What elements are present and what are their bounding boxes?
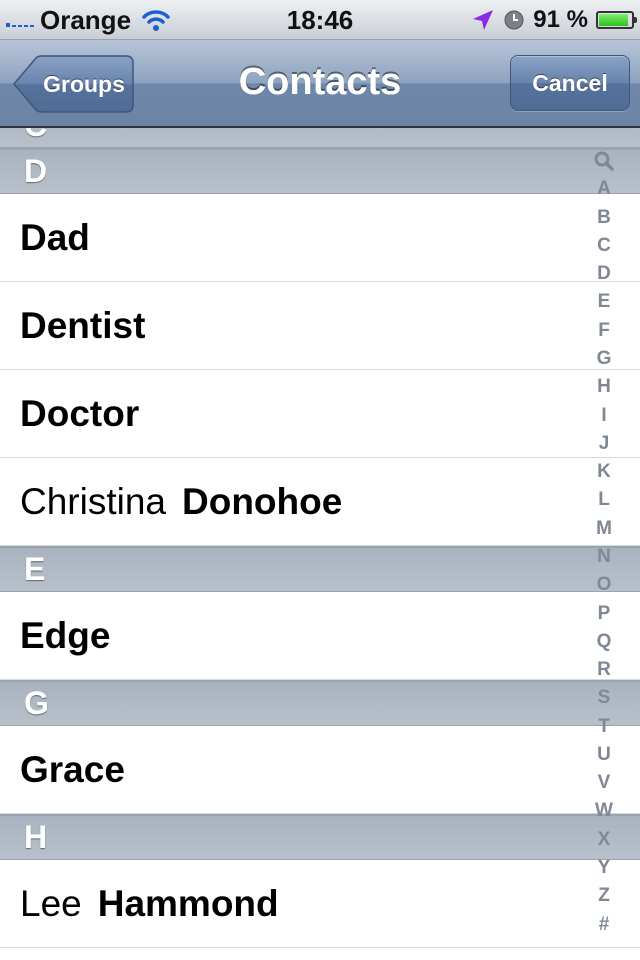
section-header-g: G: [0, 680, 640, 726]
contact-last-name: Dentist: [20, 305, 146, 346]
contact-first-name: Lee: [20, 883, 82, 924]
index-letter[interactable]: C: [597, 235, 611, 257]
index-letter[interactable]: Q: [597, 631, 612, 653]
contact-row[interactable]: Edge: [0, 592, 640, 680]
index-letter[interactable]: B: [597, 207, 611, 229]
contact-row[interactable]: Lee Hammond: [0, 860, 640, 948]
index-letter[interactable]: #: [599, 914, 610, 936]
index-letter[interactable]: O: [597, 574, 612, 596]
battery-percent: 91 %: [533, 6, 588, 33]
index-letter[interactable]: V: [598, 772, 611, 794]
index-letter[interactable]: H: [597, 376, 611, 398]
contact-last-name: Hammond: [97, 883, 279, 924]
battery-fill: [599, 14, 629, 26]
battery-icon: [596, 11, 637, 29]
index-letter[interactable]: Z: [598, 885, 610, 907]
index-letter[interactable]: Y: [598, 857, 611, 879]
index-letter[interactable]: F: [598, 320, 610, 342]
status-bar: Orange 18:46 91 %: [0, 0, 640, 40]
index-letter[interactable]: N: [597, 546, 611, 568]
section-header-d: D: [0, 148, 640, 194]
cancel-button[interactable]: Cancel: [510, 55, 630, 111]
section-header-h: H: [0, 814, 640, 860]
index-letter[interactable]: G: [597, 348, 612, 370]
index-letter[interactable]: T: [598, 716, 610, 738]
index-letter[interactable]: I: [601, 405, 606, 427]
index-letter[interactable]: J: [599, 433, 610, 455]
contact-last-name: Donohoe: [182, 481, 343, 522]
contact-row[interactable]: Dentist: [0, 282, 640, 370]
contact-row[interactable]: Christina Donohoe: [0, 458, 640, 546]
index-letter[interactable]: R: [597, 659, 611, 681]
index-letter[interactable]: L: [598, 489, 610, 511]
index-letter[interactable]: M: [596, 518, 612, 540]
contact-row[interactable]: Dad: [0, 194, 640, 282]
location-arrow-icon: [473, 10, 494, 30]
index-letter[interactable]: X: [598, 829, 611, 851]
section-header-e: E: [0, 546, 640, 592]
section-index[interactable]: A B C D E F G H I J K L M N O P Q R S T …: [586, 150, 622, 936]
status-right: 91 %: [471, 0, 637, 40]
search-icon[interactable]: [593, 150, 615, 172]
index-letter[interactable]: W: [595, 800, 613, 822]
contact-last-name: Dad: [20, 217, 90, 258]
contact-row[interactable]: Doctor: [0, 370, 640, 458]
index-letter[interactable]: E: [598, 291, 611, 313]
index-letter[interactable]: D: [597, 263, 611, 285]
alarm-clock-icon: [504, 10, 524, 30]
section-header-partial: C: [0, 128, 640, 148]
index-letter[interactable]: S: [598, 687, 611, 709]
contact-first-name: Christina: [20, 481, 166, 522]
navigation-bar: Groups Contacts Cancel: [0, 40, 640, 128]
contact-last-name: Doctor: [20, 393, 140, 434]
contact-last-name: Edge: [20, 615, 111, 656]
index-letter[interactable]: U: [597, 744, 611, 766]
contact-row[interactable]: Grace: [0, 726, 640, 814]
index-letter[interactable]: K: [597, 461, 611, 483]
index-letter[interactable]: A: [597, 178, 611, 200]
contact-last-name: Grace: [20, 749, 125, 790]
index-letter[interactable]: P: [598, 603, 611, 625]
contact-list[interactable]: C D Dad Dentist Doctor ChristinaDonohoe …: [0, 128, 640, 960]
